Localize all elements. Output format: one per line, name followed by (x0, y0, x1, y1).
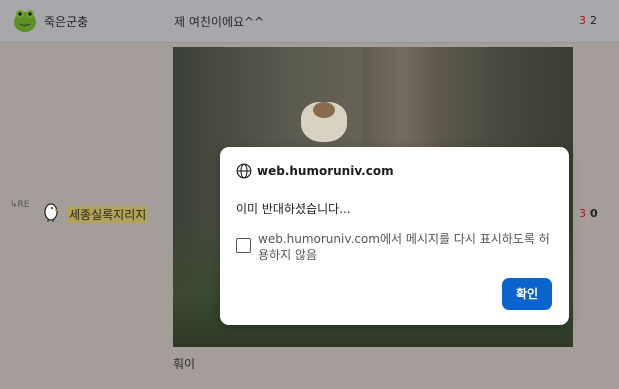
reply-counts: 30 (579, 207, 602, 220)
image-subject-head (313, 102, 335, 118)
post-title[interactable]: 제 여친이에요^^ (174, 13, 264, 30)
post-row: 죽은군충 제 여친이에요^^ 32 (0, 0, 619, 43)
dialog-message: 이미 반대하셨습니다... (236, 202, 351, 216)
post-count-dark: 2 (590, 14, 597, 27)
reply-re-label: RE (17, 200, 30, 210)
reply-count-dark: 0 (590, 207, 598, 220)
alert-dialog: web.humoruniv.com 이미 반대하셨습니다... web.humo… (220, 147, 569, 325)
bird-avatar-icon (44, 203, 59, 222)
ok-button[interactable]: 확인 (502, 278, 552, 310)
reply-author[interactable]: 세종실록지리지 (68, 206, 148, 223)
reply-caption: 훠이 (173, 357, 196, 371)
suppress-dialogs-checkbox[interactable] (236, 238, 251, 253)
post-count-red: 3 (579, 14, 586, 27)
suppress-dialogs-label[interactable]: web.humoruniv.com에서 메시지를 다시 표시하도록 허용하지 않… (258, 231, 550, 263)
globe-icon (236, 163, 252, 179)
reply-count-red: 3 (579, 207, 586, 220)
post-author[interactable]: 죽은군충 (44, 13, 88, 30)
reply-re-icon: ↳RE (10, 200, 30, 210)
frog-avatar-icon (14, 10, 36, 32)
dialog-host: web.humoruniv.com (257, 164, 394, 178)
post-counts: 32 (579, 14, 601, 27)
